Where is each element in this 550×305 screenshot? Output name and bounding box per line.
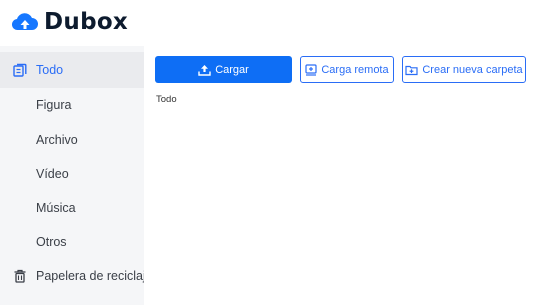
files-icon xyxy=(13,63,27,77)
upload-button[interactable]: Cargar xyxy=(155,56,292,83)
upload-button-label: Cargar xyxy=(215,63,249,76)
sidebar-item-label: Archivo xyxy=(36,133,78,147)
new-folder-label: Crear nueva carpeta xyxy=(422,63,523,76)
sidebar-item-label: Figura xyxy=(36,98,72,112)
sidebar-item-musica[interactable]: Música xyxy=(0,190,144,226)
sidebar: Todo Figura Archivo Vídeo Música Otros P… xyxy=(0,46,153,305)
app-name: Dubox xyxy=(44,9,129,35)
app-header: Dubox xyxy=(0,0,550,44)
remote-upload-button[interactable]: Carga remota xyxy=(300,56,394,83)
sidebar-item-otros[interactable]: Otros xyxy=(0,224,144,260)
sidebar-item-papelera[interactable]: Papelera de reciclaje xyxy=(0,258,153,294)
remote-upload-icon xyxy=(305,63,321,76)
sidebar-item-todo[interactable]: Todo xyxy=(0,52,144,88)
logo[interactable]: Dubox xyxy=(10,8,128,36)
sidebar-item-video[interactable]: Vídeo xyxy=(0,156,144,192)
trash-icon xyxy=(13,269,27,283)
sidebar-item-archivo[interactable]: Archivo xyxy=(0,122,144,158)
sidebar-item-label: Música xyxy=(36,201,76,215)
sidebar-item-label: Vídeo xyxy=(36,167,69,181)
sidebar-item-label: Todo xyxy=(36,63,64,77)
breadcrumb[interactable]: Todo xyxy=(156,94,177,105)
cloud-upload-icon xyxy=(10,10,40,34)
upload-icon xyxy=(198,64,215,76)
new-folder-button[interactable]: Crear nueva carpeta xyxy=(402,56,526,83)
sidebar-item-label: Otros xyxy=(36,235,67,249)
main-content: Cargar Carga remota Crear nueva carpeta … xyxy=(144,46,550,305)
remote-upload-label: Carga remota xyxy=(321,63,389,76)
sidebar-item-figura[interactable]: Figura xyxy=(0,87,144,123)
new-folder-icon xyxy=(405,64,422,76)
sidebar-item-label: Papelera de reciclaje xyxy=(36,269,153,283)
